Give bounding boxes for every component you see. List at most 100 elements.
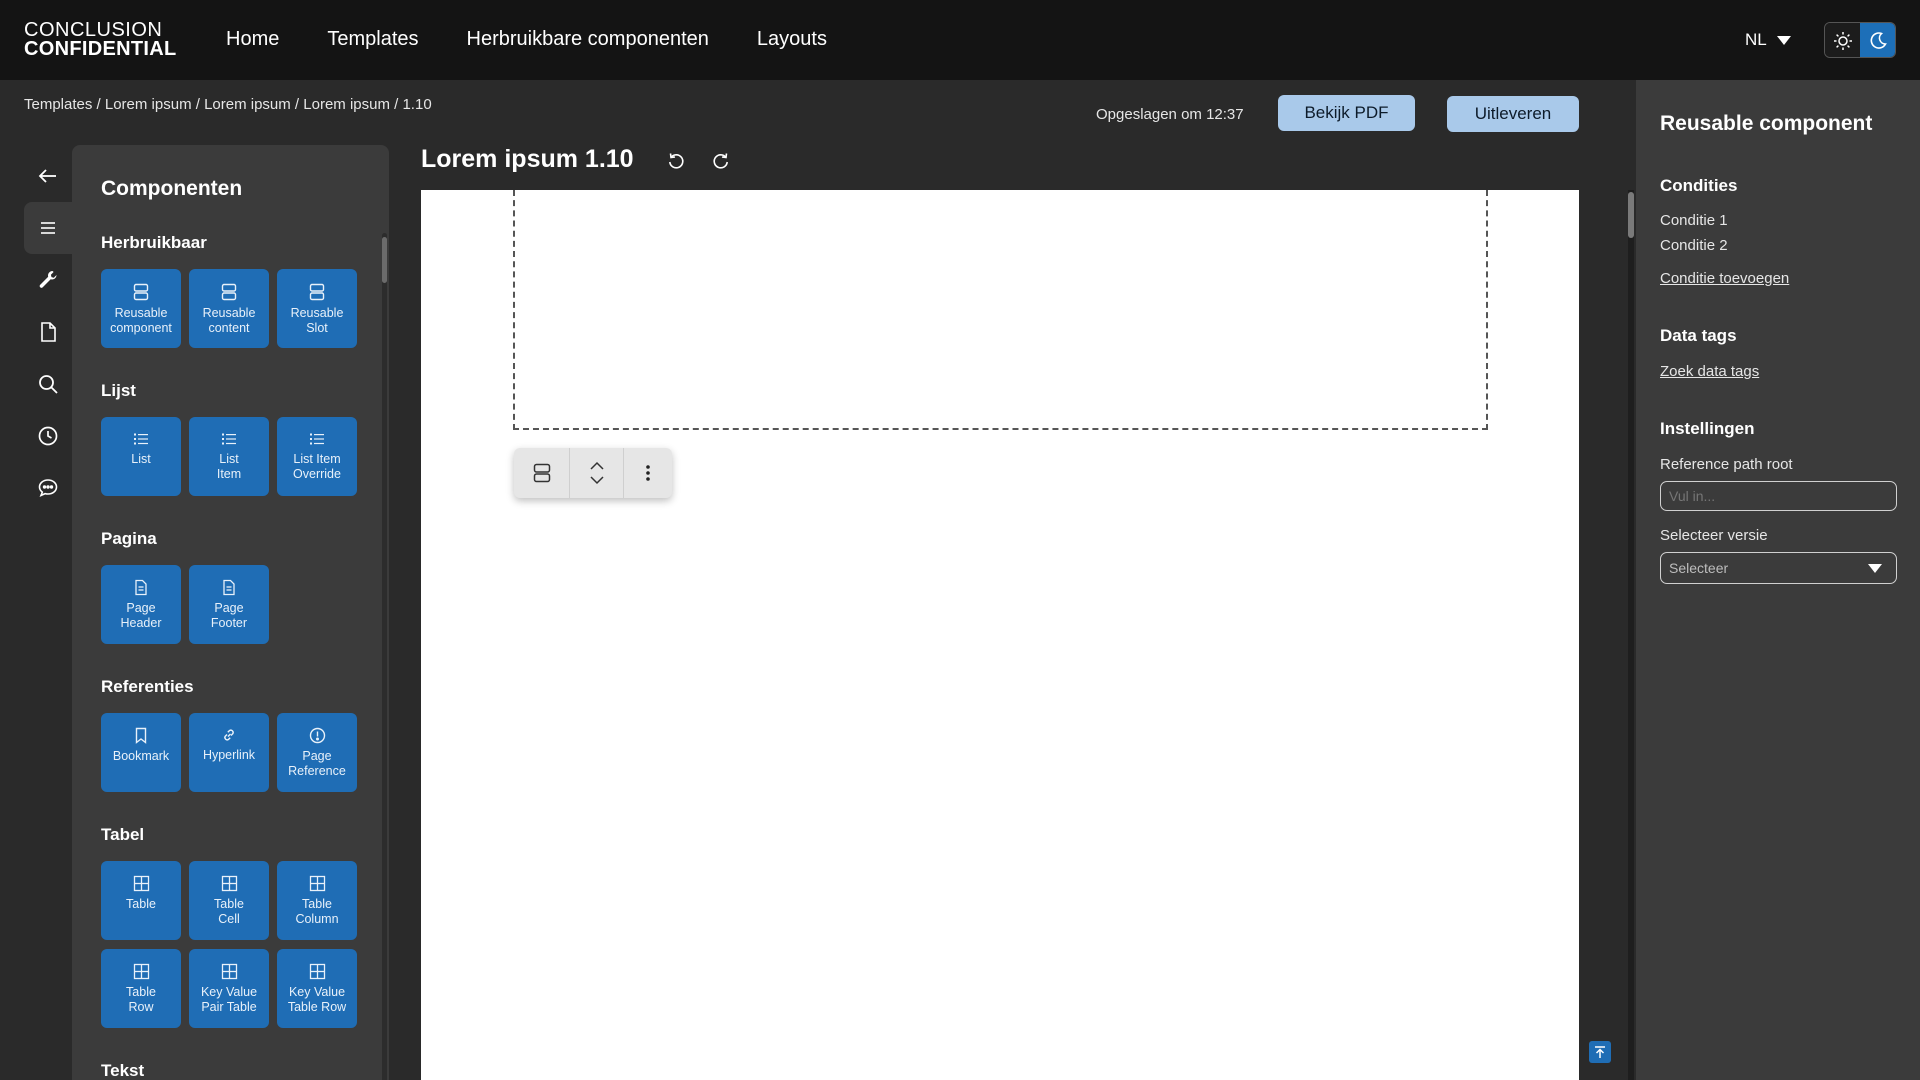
tile-label: Key Value Table Row [287,985,347,1014]
main-scrollbar-thumb[interactable] [1628,192,1634,238]
tile-table-row[interactable]: Table Row [101,949,181,1028]
chevron-down-icon [1776,35,1791,45]
rows-icon [309,283,325,301]
tile-reusable-component[interactable]: Reusable component [101,269,181,348]
tile-page-header[interactable]: Page Header [101,565,181,644]
tile-list[interactable]: List [101,417,181,496]
list-icon [310,433,324,445]
table-icon [309,875,325,892]
left-icon-rail [24,150,72,514]
tile-label: Reusable Slot [290,306,344,335]
tile-label: Table [126,897,156,911]
section-title-page: Pagina [101,529,157,548]
rows-icon [221,283,237,301]
main-nav: Home Templates Herbruikbare componenten … [226,28,827,51]
tile-bookmark[interactable]: Bookmark [101,713,181,792]
tile-reusable-content[interactable]: Reusable content [189,269,269,348]
clock-icon[interactable] [24,410,72,462]
wrench-icon[interactable] [24,254,72,306]
document-title: Lorem ipsum 1.10 [421,145,634,173]
redo-icon[interactable] [709,149,733,173]
tile-key-value-pair-table[interactable]: Key Value Pair Table [189,949,269,1028]
nav-templates[interactable]: Templates [327,28,418,51]
language-label: NL [1745,30,1767,49]
moon-icon[interactable] [1860,23,1895,57]
tile-hyperlink[interactable]: Hyperlink [189,713,269,792]
chevron-up-icon[interactable] [589,461,605,471]
section-title-reusable: Herbruikbaar [101,233,207,252]
tile-page-reference[interactable]: Page Reference [277,713,357,792]
theme-toggle [1824,22,1896,58]
back-arrow-icon[interactable] [24,150,72,202]
properties-panel-title: Reusable component [1660,112,1873,135]
version-label: Selecteer versie [1660,527,1768,544]
tile-key-value-table-row[interactable]: Key Value Table Row [277,949,357,1028]
breadcrumb[interactable]: Templates / Lorem ipsum / Lorem ipsum / … [24,96,432,113]
table-icon [133,963,149,980]
scroll-to-top-icon[interactable] [1589,1041,1611,1063]
panel-scrollbar-thumb[interactable] [382,237,387,283]
tile-list-item-override[interactable]: List Item Override [277,417,357,496]
section-title-table: Tabel [101,825,145,844]
version-select[interactable]: Selecteer [1660,552,1897,584]
main-scrollbar[interactable] [1628,190,1634,1080]
tile-label: Page Footer [210,601,248,630]
more-options-icon[interactable] [624,448,672,498]
condition-item[interactable]: Conditie 1 [1660,212,1728,229]
search-icon[interactable] [24,358,72,410]
nav-layouts[interactable]: Layouts [757,28,827,51]
page-icon [135,579,147,596]
components-panel-title: Componenten [101,177,243,200]
panel-scrollbar[interactable] [382,233,387,1080]
chevron-down-icon[interactable] [589,475,605,485]
info-icon [309,727,325,744]
undo-icon[interactable] [664,149,688,173]
settings-title: Instellingen [1660,419,1755,438]
document-page[interactable] [421,190,1579,1080]
chat-icon[interactable] [24,462,72,514]
tile-table[interactable]: Table [101,861,181,940]
tile-label: Table Row [126,985,156,1014]
nav-home[interactable]: Home [226,28,279,51]
tile-label: Page Reference [288,749,346,778]
tile-label: Table Column [295,897,339,926]
table-icon [133,875,149,892]
tile-label: List [131,452,151,466]
deliver-button[interactable]: Uitleveren [1447,96,1579,132]
page-icon [223,579,235,596]
list-icon [134,433,148,445]
rows-icon [133,283,149,301]
version-select-value: Selecteer [1669,560,1729,576]
conditions-title: Condities [1660,176,1738,195]
data-tags-title: Data tags [1660,326,1737,345]
list-icon [222,433,236,445]
nav-reusable-components[interactable]: Herbruikbare componenten [467,28,709,51]
view-pdf-button[interactable]: Bekijk PDF [1278,95,1415,131]
bookmark-icon [135,727,147,744]
sun-icon[interactable] [1825,23,1860,57]
component-drop-zone[interactable] [513,190,1488,430]
tile-reusable-slot[interactable]: Reusable Slot [277,269,357,348]
add-condition-link[interactable]: Conditie toevoegen [1660,270,1789,287]
condition-item[interactable]: Conditie 2 [1660,237,1728,254]
chevron-down-icon [1868,563,1882,573]
tile-label: List Item Override [293,452,341,481]
tile-table-column[interactable]: Table Column [277,861,357,940]
reference-path-input[interactable] [1660,481,1897,511]
tile-label: Reusable component [110,306,172,335]
tile-label: Bookmark [112,749,170,763]
search-data-tags-link[interactable]: Zoek data tags [1660,363,1759,380]
tile-list-item[interactable]: List Item [189,417,269,496]
link-icon [224,729,234,741]
brand-logo[interactable]: CONCLUSION CONFIDENTIAL [24,20,176,59]
tile-page-footer[interactable]: Page Footer [189,565,269,644]
menu-icon[interactable] [24,202,72,254]
language-select[interactable]: NL [1745,30,1791,50]
tile-table-cell[interactable]: Table Cell [189,861,269,940]
document-icon[interactable] [24,306,72,358]
top-bar: CONCLUSION CONFIDENTIAL Home Templates H… [0,0,1920,80]
tile-label: Key Value Pair Table [200,985,258,1014]
table-icon [221,875,237,892]
rows-icon[interactable] [514,448,569,498]
saved-status: Opgeslagen om 12:37 [1096,106,1244,123]
